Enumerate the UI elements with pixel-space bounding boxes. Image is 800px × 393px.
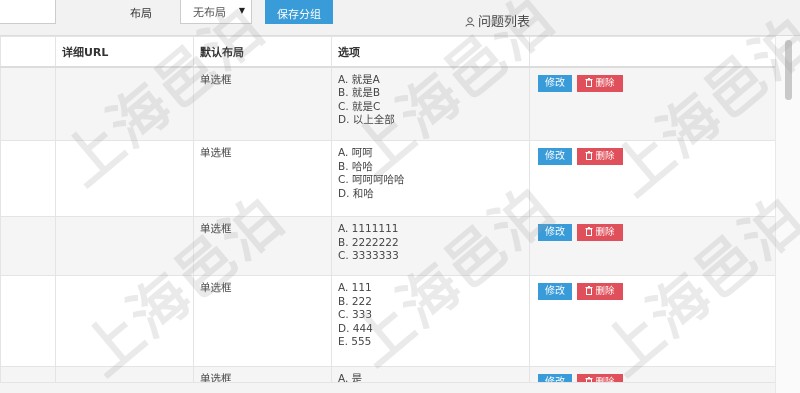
- cell-actions: 修改 删除: [529, 66, 776, 141]
- cell-blank: [0, 275, 56, 367]
- edit-button[interactable]: 修改: [538, 224, 572, 241]
- vertical-scrollbar[interactable]: [775, 36, 800, 393]
- layout-select-value: 无布局: [193, 6, 226, 19]
- cell-blank: [0, 66, 56, 141]
- edit-button[interactable]: 修改: [538, 74, 572, 92]
- delete-label: 删除: [595, 227, 615, 238]
- header-blank: [0, 36, 56, 68]
- table-row: 单选框 A. 1111111 B. 2222222 C. 3333333 修改 删…: [0, 216, 776, 276]
- table-header-row: 详细URL 默认布局 选项: [0, 36, 776, 68]
- panel-title-text: 问题列表: [478, 15, 531, 30]
- option-item: B. 2222222: [338, 236, 399, 249]
- cell-blank: [0, 140, 56, 217]
- option-item: B. 哈哈: [338, 160, 373, 173]
- panel-title: 问题列表: [465, 11, 530, 30]
- trash-icon: [585, 77, 593, 87]
- option-item: C. 呵呵呵哈哈: [338, 174, 405, 186]
- option-item: C. 就是C: [338, 100, 381, 113]
- layout-select[interactable]: 无布局 ▼: [180, 0, 252, 24]
- edit-button[interactable]: 修改: [538, 148, 572, 165]
- header-default-layout: 默认布局: [193, 36, 332, 68]
- cell-layout: 单选框: [193, 140, 332, 217]
- caret-down-icon: ▼: [238, 6, 245, 15]
- option-item: A. 呵呵: [338, 147, 373, 159]
- cell-layout: 单选框: [193, 216, 332, 276]
- option-item: A. 就是A: [338, 73, 380, 86]
- delete-button[interactable]: 删除: [577, 283, 623, 300]
- cell-detail-url: [55, 66, 194, 141]
- horizontal-scrollbar[interactable]: [0, 382, 775, 393]
- option-item: D. 和哈: [338, 187, 374, 200]
- delete-button[interactable]: 删除: [577, 148, 623, 165]
- option-item: A. 1111111: [338, 223, 399, 235]
- trash-icon: [585, 227, 593, 236]
- group-name-input[interactable]: [0, 0, 56, 24]
- cell-blank: [0, 216, 56, 276]
- layout-label: 布局: [130, 7, 152, 20]
- cell-detail-url: [55, 140, 194, 217]
- delete-label: 删除: [595, 77, 615, 89]
- edit-button[interactable]: 修改: [538, 283, 572, 300]
- trash-icon: [585, 286, 593, 295]
- table-row: 单选框 A. 111 B. 222 C. 333 D. 444 E. 555 修…: [0, 275, 776, 367]
- cell-detail-url: [55, 275, 194, 367]
- delete-button[interactable]: 删除: [577, 224, 623, 241]
- option-item: B. 就是B: [338, 87, 381, 99]
- delete-label: 删除: [595, 286, 615, 297]
- cell-options: A. 111 B. 222 C. 333 D. 444 E. 555: [331, 275, 530, 367]
- user-icon: [465, 17, 475, 27]
- option-item: D. 以上全部: [338, 114, 395, 126]
- option-item: A. 111: [338, 282, 372, 294]
- save-group-button[interactable]: 保存分组: [265, 0, 333, 24]
- option-item: D. 444: [338, 322, 373, 335]
- header-actions: [529, 36, 776, 68]
- trash-icon: [585, 151, 593, 160]
- cell-options: A. 就是A B. 就是B C. 就是C D. 以上全部: [331, 66, 530, 141]
- cell-options: A. 呵呵 B. 哈哈 C. 呵呵呵哈哈 D. 和哈: [331, 140, 530, 217]
- cell-layout: 单选框: [193, 275, 332, 367]
- delete-button[interactable]: 删除: [577, 74, 623, 92]
- delete-label: 删除: [595, 151, 615, 162]
- cell-detail-url: [55, 216, 194, 276]
- option-item: C. 3333333: [338, 250, 399, 262]
- table-row: 单选框 A. 呵呵 B. 哈哈 C. 呵呵呵哈哈 D. 和哈 修改 删除: [0, 140, 776, 217]
- cell-layout: 单选框: [193, 66, 332, 141]
- header-options: 选项: [331, 36, 530, 68]
- option-item: E. 555: [338, 336, 372, 348]
- toolbar: 布局 无布局 ▼ 保存分组 问题列表: [0, 0, 800, 36]
- cell-actions: 修改 删除: [529, 216, 776, 276]
- header-detail-url: 详细URL: [55, 36, 194, 68]
- table-row: 单选框 A. 就是A B. 就是B C. 就是C D. 以上全部 修改 删除: [0, 66, 776, 141]
- scrollbar-thumb[interactable]: [785, 40, 792, 100]
- cell-options: A. 1111111 B. 2222222 C. 3333333: [331, 216, 530, 276]
- cell-actions: 修改 删除: [529, 275, 776, 367]
- option-item: B. 222: [338, 295, 372, 308]
- option-item: C. 333: [338, 309, 373, 321]
- question-table: 详细URL 默认布局 选项 单选框 A. 就是A B. 就是B C. 就是C D…: [0, 36, 776, 393]
- cell-actions: 修改 删除: [529, 140, 776, 217]
